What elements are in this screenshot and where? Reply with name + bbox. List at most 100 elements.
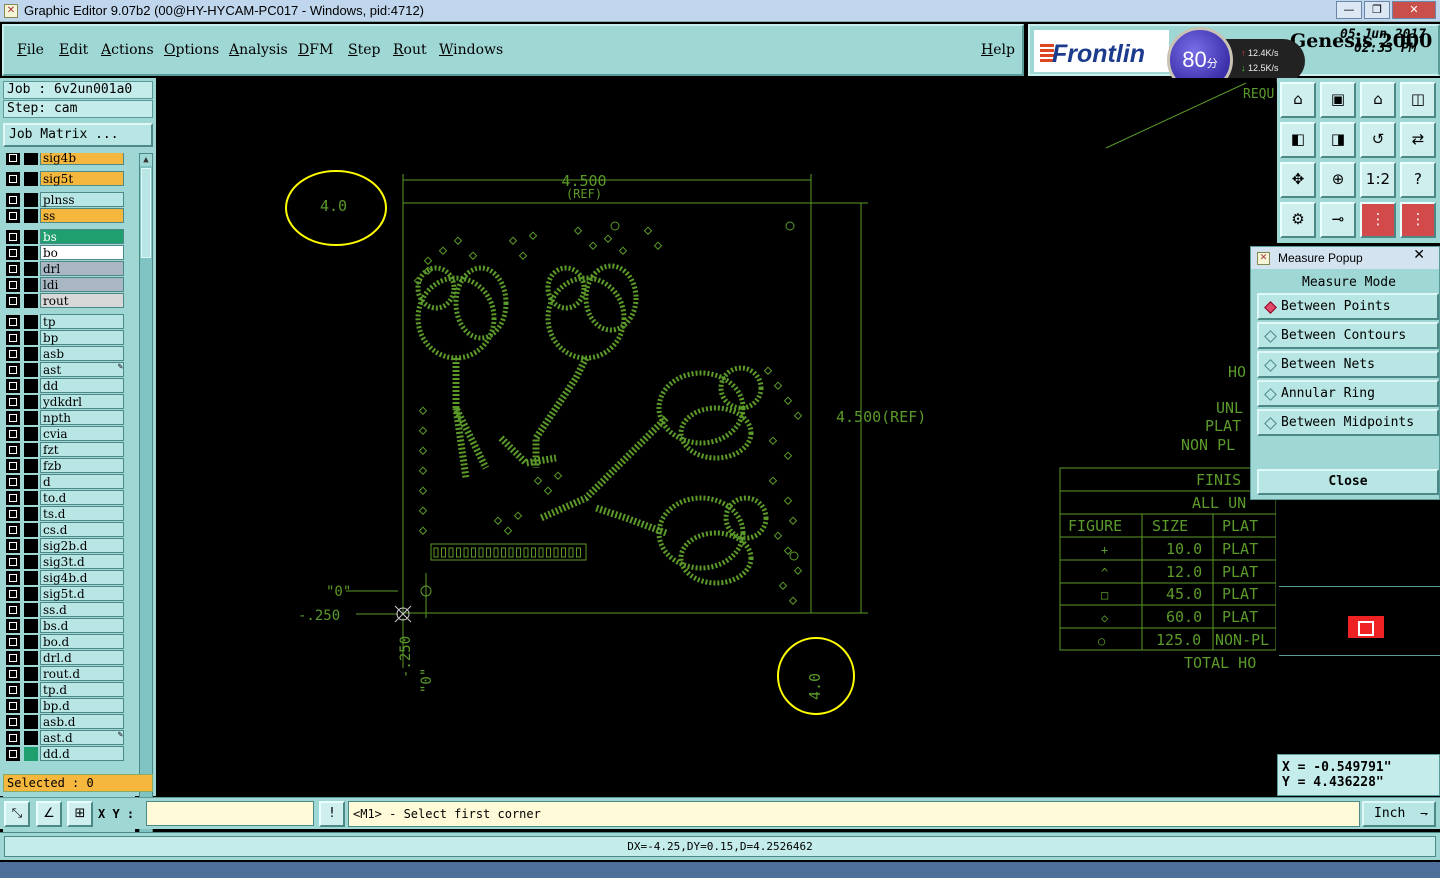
layer-checkbox[interactable] <box>6 363 20 377</box>
layer-affected-toggle[interactable] <box>24 731 38 745</box>
window-view-icon[interactable]: ◫ <box>1400 82 1436 118</box>
layer-affected-toggle[interactable] <box>24 209 38 223</box>
layer-name[interactable]: fzb <box>40 458 124 473</box>
layer-checkbox[interactable] <box>6 443 20 457</box>
layer-checkbox[interactable] <box>6 635 20 649</box>
layer-name[interactable]: bo.d <box>40 634 124 649</box>
layer-checkbox[interactable] <box>6 379 20 393</box>
graphic-canvas[interactable]: 4.500 (REF) 4.500(REF) "0" -.250 -.250 "… <box>156 78 1276 796</box>
maximize-icon[interactable]: ❐ <box>1364 1 1390 19</box>
layer-affected-toggle[interactable] <box>24 363 38 377</box>
layer-row[interactable]: sig4b <box>3 153 135 165</box>
layer-row[interactable]: plnss <box>3 192 135 207</box>
layer-affected-toggle[interactable] <box>24 262 38 276</box>
layer-affected-toggle[interactable] <box>24 651 38 665</box>
menu-windows[interactable]: Windows <box>439 42 503 58</box>
layer-row[interactable]: ast ✎ <box>3 362 135 377</box>
angle-snap-icon[interactable]: ∠ <box>36 801 62 827</box>
center-icon[interactable]: ⊕ <box>1320 162 1356 198</box>
menu-rout[interactable]: Rout <box>393 42 427 58</box>
layer-name[interactable]: bs <box>40 229 124 244</box>
layer-row[interactable]: cs.d <box>3 522 135 537</box>
help-icon[interactable]: ? <box>1400 162 1436 198</box>
layer-name[interactable]: ydkdrl <box>40 394 124 409</box>
menu-options[interactable]: Options <box>164 42 219 58</box>
layer-row[interactable]: ldi <box>3 277 135 292</box>
layer-affected-toggle[interactable] <box>24 555 38 569</box>
layer-row[interactable]: bp <box>3 330 135 345</box>
layer-row[interactable]: ast.d ✎ <box>3 730 135 745</box>
menu-dfm[interactable]: DFM <box>298 42 333 58</box>
layer-row[interactable]: asb.d <box>3 714 135 729</box>
layer-checkbox[interactable] <box>6 246 20 260</box>
mode-between-nets[interactable]: Between Nets <box>1257 351 1439 378</box>
layer-checkbox[interactable] <box>6 699 20 713</box>
zoom-home-icon[interactable]: ▣ <box>1320 82 1356 118</box>
measure-icon[interactable]: ⊸ <box>1320 202 1356 238</box>
layer-affected-toggle[interactable] <box>24 379 38 393</box>
layer-name[interactable]: ts.d <box>40 506 124 521</box>
building-icon[interactable]: ⌂ <box>1360 82 1396 118</box>
xy-input[interactable] <box>146 801 314 826</box>
layer-checkbox[interactable] <box>6 523 20 537</box>
layer-affected-toggle[interactable] <box>24 683 38 697</box>
layer-name[interactable]: rout.d <box>40 666 124 681</box>
layer-checkbox[interactable] <box>6 331 20 345</box>
menu-step[interactable]: Step <box>348 42 380 58</box>
layer-affected-toggle[interactable] <box>24 443 38 457</box>
layer-checkbox[interactable] <box>6 475 20 489</box>
layer-row[interactable]: fzb <box>3 458 135 473</box>
layer-row[interactable]: to.d <box>3 490 135 505</box>
layer-name[interactable]: drl.d <box>40 650 124 665</box>
layer-name[interactable]: d <box>40 474 124 489</box>
layer-name[interactable]: ss <box>40 208 124 223</box>
layer-affected-toggle[interactable] <box>24 747 38 761</box>
layer-row[interactable]: bs.d <box>3 618 135 633</box>
layer-affected-toggle[interactable] <box>24 315 38 329</box>
layer-affected-toggle[interactable] <box>24 294 38 308</box>
close-button[interactable]: Close <box>1257 469 1439 495</box>
layer-name[interactable]: sig5t.d <box>40 586 124 601</box>
layer-name[interactable]: asb <box>40 346 124 361</box>
layer-name[interactable]: ldi <box>40 277 124 292</box>
layer-name[interactable]: cvia <box>40 426 124 441</box>
fit-icon[interactable]: ✥ <box>1280 162 1316 198</box>
layer-checkbox[interactable] <box>6 539 20 553</box>
layer-row[interactable]: asb <box>3 346 135 361</box>
layer-name[interactable]: bs.d <box>40 618 124 633</box>
layer-checkbox[interactable] <box>6 347 20 361</box>
layer-name[interactable]: ast.d <box>40 730 124 745</box>
layer-affected-toggle[interactable] <box>24 491 38 505</box>
layer-name[interactable]: bp.d <box>40 698 124 713</box>
layer-row[interactable]: sig5t.d <box>3 586 135 601</box>
snap-icon[interactable]: ⤡ <box>4 801 30 827</box>
layer-name[interactable]: drl <box>40 261 124 276</box>
layer-name[interactable]: sig5t <box>40 171 124 186</box>
layer-row[interactable]: ts.d <box>3 506 135 521</box>
mode-annular-ring[interactable]: Annular Ring <box>1257 380 1439 407</box>
layer-name[interactable]: sig4b <box>40 153 124 165</box>
layer-compare-icon[interactable]: ⋮ <box>1360 202 1396 238</box>
layer-name[interactable]: dd <box>40 378 124 393</box>
layer-checkbox[interactable] <box>6 315 20 329</box>
layer-affected-toggle[interactable] <box>24 230 38 244</box>
layer-checkbox[interactable] <box>6 230 20 244</box>
layer-row[interactable]: bs <box>3 229 135 244</box>
layer-row[interactable]: bp.d <box>3 698 135 713</box>
layer-row[interactable]: drl <box>3 261 135 276</box>
layer-checkbox[interactable] <box>6 651 20 665</box>
layer-checkbox[interactable] <box>6 587 20 601</box>
layer-name[interactable]: sig2b.d <box>40 538 124 553</box>
layer-affected-toggle[interactable] <box>24 619 38 633</box>
layer-row[interactable]: sig5t <box>3 171 135 186</box>
layer-row[interactable]: tp.d <box>3 682 135 697</box>
layer-row[interactable]: fzt <box>3 442 135 457</box>
settings-icon[interactable]: ⚙ <box>1280 202 1316 238</box>
menu-help[interactable]: Help <box>981 42 1015 58</box>
grid-icon[interactable]: ⊞ <box>67 801 93 827</box>
layer-affected-toggle[interactable] <box>24 347 38 361</box>
close-icon[interactable]: ✕ <box>1392 1 1436 19</box>
layer-row[interactable]: bo.d <box>3 634 135 649</box>
units-select[interactable]: Inch ⇁ <box>1362 801 1436 827</box>
layer-affected-toggle[interactable] <box>24 331 38 345</box>
